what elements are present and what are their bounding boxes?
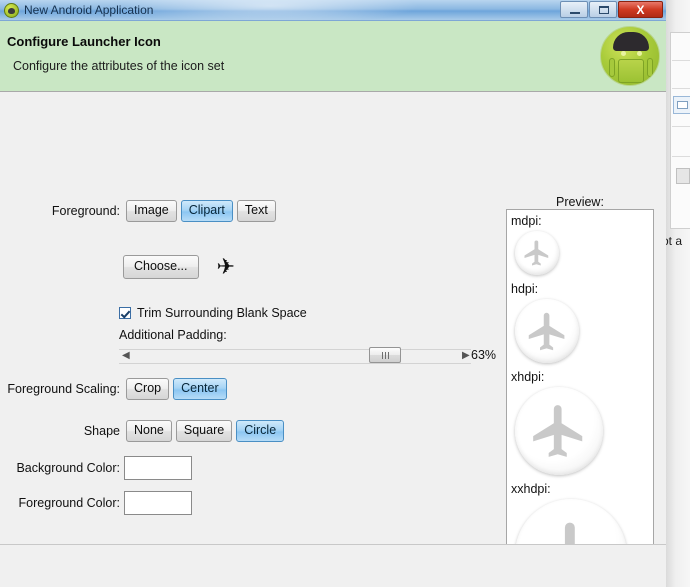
padding-label: Additional Padding: [119,328,227,342]
padding-value: 63% [471,348,497,362]
android-icon [4,3,19,18]
preview-label-xhdpi: xhdpi: [511,370,545,384]
background-button[interactable] [676,168,690,184]
minimize-icon [570,12,580,14]
foreground-option-group: Image Clipart Text [126,200,276,222]
shape-option-group: None Square Circle [126,420,285,442]
scaling-row: Foreground Scaling: Crop Center [5,378,227,400]
shape-row: Shape None Square Circle [5,420,285,442]
mascot-arm-left [609,58,615,77]
page-title: Configure Launcher Icon [7,34,161,49]
foreground-row: Foreground: Image Clipart Text [46,200,276,222]
maximize-button[interactable] [589,1,617,18]
trim-checkbox-wrap[interactable]: Trim Surrounding Blank Space [119,306,307,320]
preview-label: Preview: [556,195,604,209]
foreground-option-image[interactable]: Image [126,200,177,222]
foreground-label: Foreground: [51,204,120,218]
preview-panel: mdpi: hdpi: xhdpi: xxhdpi: [506,209,654,587]
preview-label-hdpi: hdpi: [511,282,539,296]
background-color-row: Background Color: [5,456,192,480]
slider-arrow-right-icon[interactable]: ▶ [462,351,470,361]
shape-option-circle[interactable]: Circle [236,420,285,442]
shape-option-square[interactable]: Square [175,420,233,442]
title-bar-glow [120,0,420,20]
wizard-header: Configure Launcher Icon Configure the at… [0,21,666,92]
background-color-label: Background Color: [16,461,120,475]
padding-slider[interactable] [119,349,471,364]
foreground-option-text[interactable]: Text [236,200,276,222]
foreground-color-swatch[interactable] [124,491,192,515]
mascot-eye-left [621,51,626,56]
preview-icon-xhdpi [515,387,603,475]
preview-icon-hdpi [515,299,579,363]
scaling-label: Foreground Scaling: [7,382,120,396]
mascot-arm-right [647,58,653,77]
foreground-option-clipart[interactable]: Clipart [180,200,233,222]
preview-label-mdpi: mdpi: [511,214,542,228]
scaling-option-center[interactable]: Center [173,378,227,400]
background-divider [672,88,690,89]
scaling-option-group: Crop Center [126,378,227,400]
preview-icon-mdpi [515,231,559,275]
padding-label-row: Additional Padding: [119,328,227,342]
trim-checkbox[interactable] [119,307,131,319]
background-window-content [670,32,690,229]
choose-button[interactable]: Choose... [123,255,199,279]
new-android-application-dialog: New Android Application X Configure Laun… [0,0,666,587]
slider-arrow-left-icon[interactable]: ◀ [122,351,130,361]
close-button[interactable]: X [618,1,663,18]
page-subtitle: Configure the attributes of the icon set [13,59,225,73]
background-field[interactable] [673,96,690,114]
dialog-title-bar[interactable]: New Android Application X [0,0,666,21]
slider-thumb[interactable] [369,347,401,363]
minimize-button[interactable] [560,1,588,18]
wizard-body: Foreground: Image Clipart Text Choose...… [0,92,666,587]
trim-checkbox-label: Trim Surrounding Blank Space [137,306,307,320]
mascot-body [618,59,644,83]
trim-checkbox-row[interactable]: Trim Surrounding Blank Space [119,306,307,320]
shape-option-none[interactable]: None [126,420,172,442]
close-icon: X [636,3,645,17]
foreground-color-row: Foreground Color: [5,491,192,515]
window-controls: X [559,1,663,18]
wizard-footer: ? < Back Next > Finish Cancel [0,545,666,587]
mascot-hair [613,32,649,51]
background-field-inner [677,101,688,109]
airplane-icon: ✈ [216,254,235,279]
scaling-option-crop[interactable]: Crop [126,378,170,400]
window-title: New Android Application [24,3,154,17]
maximize-icon [599,6,609,14]
foreground-color-label: Foreground Color: [18,496,120,510]
shape-label: Shape [83,424,120,438]
background-color-swatch[interactable] [124,456,192,480]
mascot-eye-right [637,51,642,56]
background-divider [672,60,690,61]
android-mascot-logo [600,26,660,86]
choose-row: Choose... ✈ [123,255,235,279]
preview-label-xxhdpi: xxhdpi: [511,482,551,496]
background-divider [672,156,690,157]
background-divider [672,126,690,127]
